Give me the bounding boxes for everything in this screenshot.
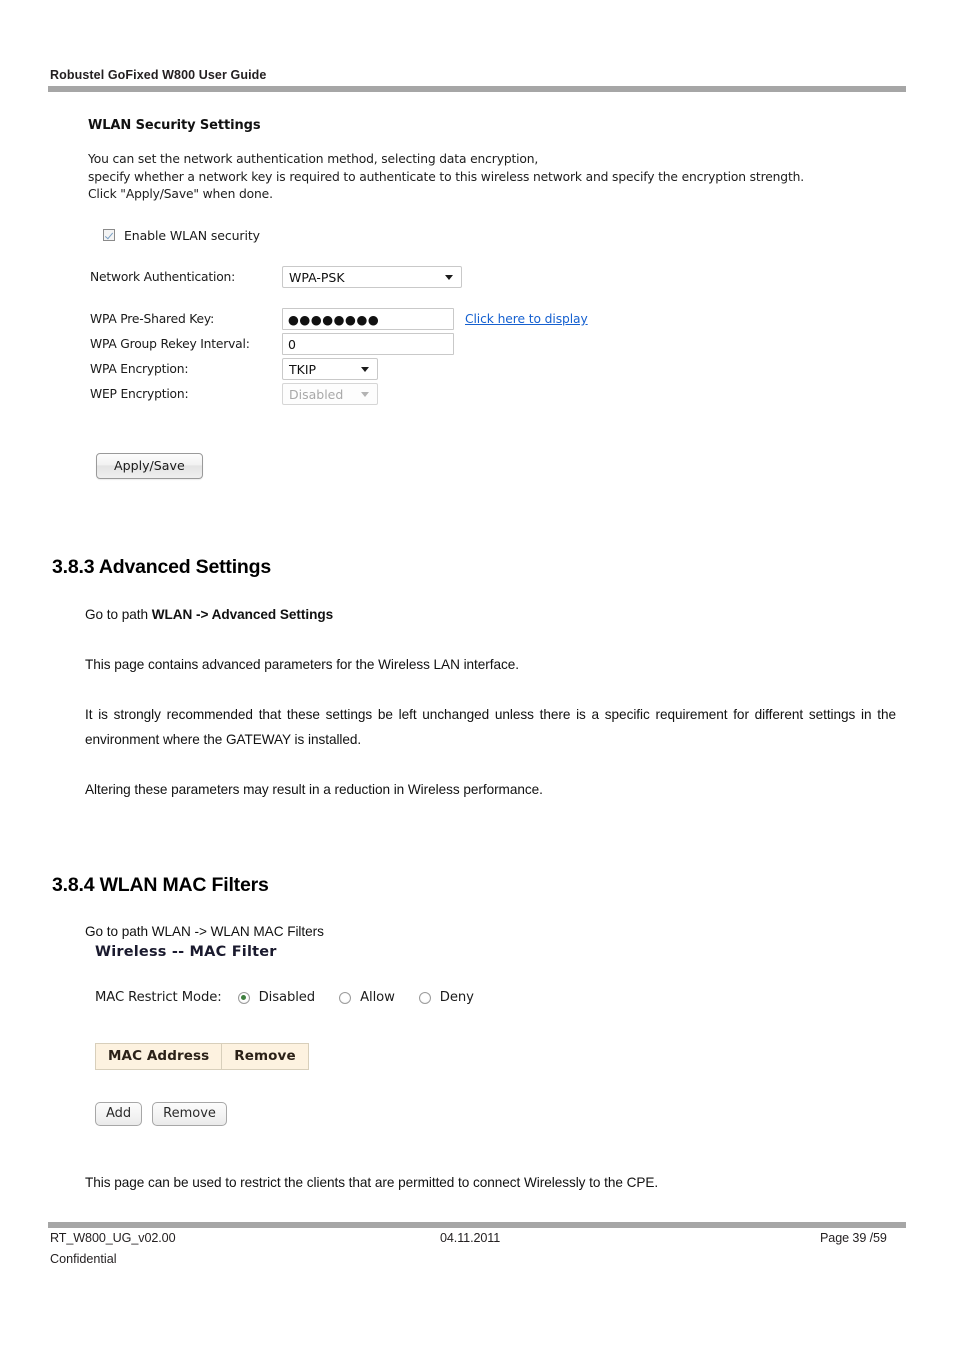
footer-page-number: Page 39 /59 bbox=[820, 1231, 887, 1245]
mac-filter-buttons: Add Remove bbox=[95, 1102, 498, 1126]
wpa-preshared-key-row: WPA Pre-Shared Key: ●●●●●●●● Click here … bbox=[90, 307, 928, 332]
paragraph-advanced-2: It is strongly recommended that these se… bbox=[85, 707, 896, 747]
wpa-group-rekey-row: WPA Group Rekey Interval: 0 bbox=[90, 332, 928, 357]
wpa-preshared-key-label: WPA Pre-Shared Key: bbox=[90, 312, 215, 326]
path-prefix: Go to path bbox=[85, 607, 152, 622]
paragraph-advanced-1: This page contains advanced parameters f… bbox=[85, 657, 519, 672]
network-authentication-value: WPA-PSK bbox=[289, 269, 345, 285]
heading-3-8-4: 3.8.4 WLAN MAC Filters bbox=[52, 874, 269, 897]
radio-deny-label: Deny bbox=[439, 990, 474, 1005]
radio-allow[interactable] bbox=[339, 991, 352, 1004]
mac-filter-screenshot: Wireless -- MAC Filter MAC Restrict Mode… bbox=[94, 944, 498, 1126]
network-authentication-row: Network Authentication: WPA-PSK bbox=[90, 265, 928, 290]
footer-confidentiality: Confidential bbox=[50, 1252, 117, 1266]
mac-restrict-option-allow[interactable]: Allow bbox=[339, 990, 395, 1005]
network-authentication-label: Network Authentication: bbox=[90, 270, 236, 284]
header-rule bbox=[48, 86, 906, 92]
wpa-encryption-value: TKIP bbox=[289, 361, 317, 377]
radio-allow-label: Allow bbox=[360, 990, 395, 1005]
wpa-encryption-select[interactable]: TKIP bbox=[282, 358, 378, 380]
paragraph-advanced-3: Altering these parameters may result in … bbox=[85, 782, 543, 797]
remove-button[interactable]: Remove bbox=[152, 1102, 227, 1126]
heading-3-8-3: 3.8.3 Advanced Settings bbox=[52, 556, 272, 579]
wlan-security-description: You can set the network authentication m… bbox=[88, 151, 928, 204]
wpa-preshared-key-input[interactable]: ●●●●●●●● bbox=[282, 308, 454, 330]
network-authentication-select[interactable]: WPA-PSK bbox=[282, 266, 462, 288]
radio-deny[interactable] bbox=[418, 991, 431, 1004]
path-advanced-settings: Go to path WLAN -> Advanced Settings bbox=[85, 602, 896, 627]
enable-wlan-security-row[interactable]: Enable WLAN security bbox=[103, 228, 928, 243]
wpa-encryption-label: WPA Encryption: bbox=[90, 362, 189, 376]
running-header: Robustel GoFixed W800 User Guide bbox=[50, 68, 267, 82]
wlan-security-title: WLAN Security Settings bbox=[88, 118, 261, 133]
paragraph-mac-filter-closing: This page can be used to restrict the cl… bbox=[85, 1175, 659, 1190]
radio-disabled-label: Disabled bbox=[258, 990, 316, 1005]
show-password-link[interactable]: Click here to display bbox=[465, 312, 588, 326]
wlan-security-screenshot: WLAN Security Settings You can set the n… bbox=[88, 118, 928, 479]
wpa-encryption-row: WPA Encryption: TKIP bbox=[90, 357, 928, 382]
footer-date: 04.11.2011 bbox=[440, 1231, 501, 1245]
footer-doc-id: RT_W800_UG_v02.00 bbox=[50, 1231, 176, 1245]
mac-filter-title: Wireless -- MAC Filter bbox=[95, 944, 277, 960]
wep-encryption-select: Disabled bbox=[282, 383, 378, 405]
wpa-group-rekey-input[interactable]: 0 bbox=[282, 333, 454, 355]
mac-address-table: MAC Address Remove bbox=[94, 1043, 309, 1070]
mac-restrict-option-deny[interactable]: Deny bbox=[418, 990, 474, 1005]
form-spacer bbox=[90, 290, 928, 307]
path-wlan-mac-filters: Go to path WLAN -> WLAN MAC Filters bbox=[85, 924, 324, 939]
apply-save-button[interactable]: Apply/Save bbox=[96, 452, 203, 479]
wep-encryption-row: WEP Encryption: Disabled bbox=[90, 382, 928, 407]
chevron-down-icon bbox=[361, 367, 369, 372]
wep-encryption-value: Disabled bbox=[289, 386, 344, 402]
table-header-row: MAC Address Remove bbox=[94, 1043, 309, 1070]
add-button[interactable]: Add bbox=[95, 1102, 143, 1126]
description-line-2: specify whether a network key is require… bbox=[88, 169, 805, 184]
radio-disabled[interactable] bbox=[237, 991, 250, 1004]
document-page: Robustel GoFixed W800 User Guide WLAN Se… bbox=[0, 0, 954, 1350]
column-header-remove: Remove bbox=[221, 1043, 309, 1070]
wlan-security-form: Network Authentication: WPA-PSK WPA Pre-… bbox=[90, 265, 928, 407]
description-line-1: You can set the network authentication m… bbox=[88, 152, 539, 166]
enable-wlan-security-checkbox[interactable] bbox=[103, 229, 115, 241]
footer-rule bbox=[48, 1222, 906, 1228]
mac-restrict-mode-label: MAC Restrict Mode: bbox=[95, 990, 222, 1005]
mac-restrict-option-disabled[interactable]: Disabled bbox=[237, 990, 316, 1005]
path-bold: WLAN -> Advanced Settings bbox=[151, 607, 334, 622]
chevron-down-icon bbox=[445, 275, 453, 280]
mac-restrict-mode-row: MAC Restrict Mode: Disabled Allow Deny bbox=[95, 990, 498, 1005]
enable-wlan-security-label: Enable WLAN security bbox=[124, 227, 260, 243]
wep-encryption-label: WEP Encryption: bbox=[90, 387, 189, 401]
chevron-down-icon bbox=[361, 392, 369, 397]
column-header-mac-address: MAC Address bbox=[94, 1043, 223, 1070]
wpa-group-rekey-label: WPA Group Rekey Interval: bbox=[90, 337, 250, 351]
description-line-3: Click "Apply/Save" when done. bbox=[88, 187, 273, 201]
